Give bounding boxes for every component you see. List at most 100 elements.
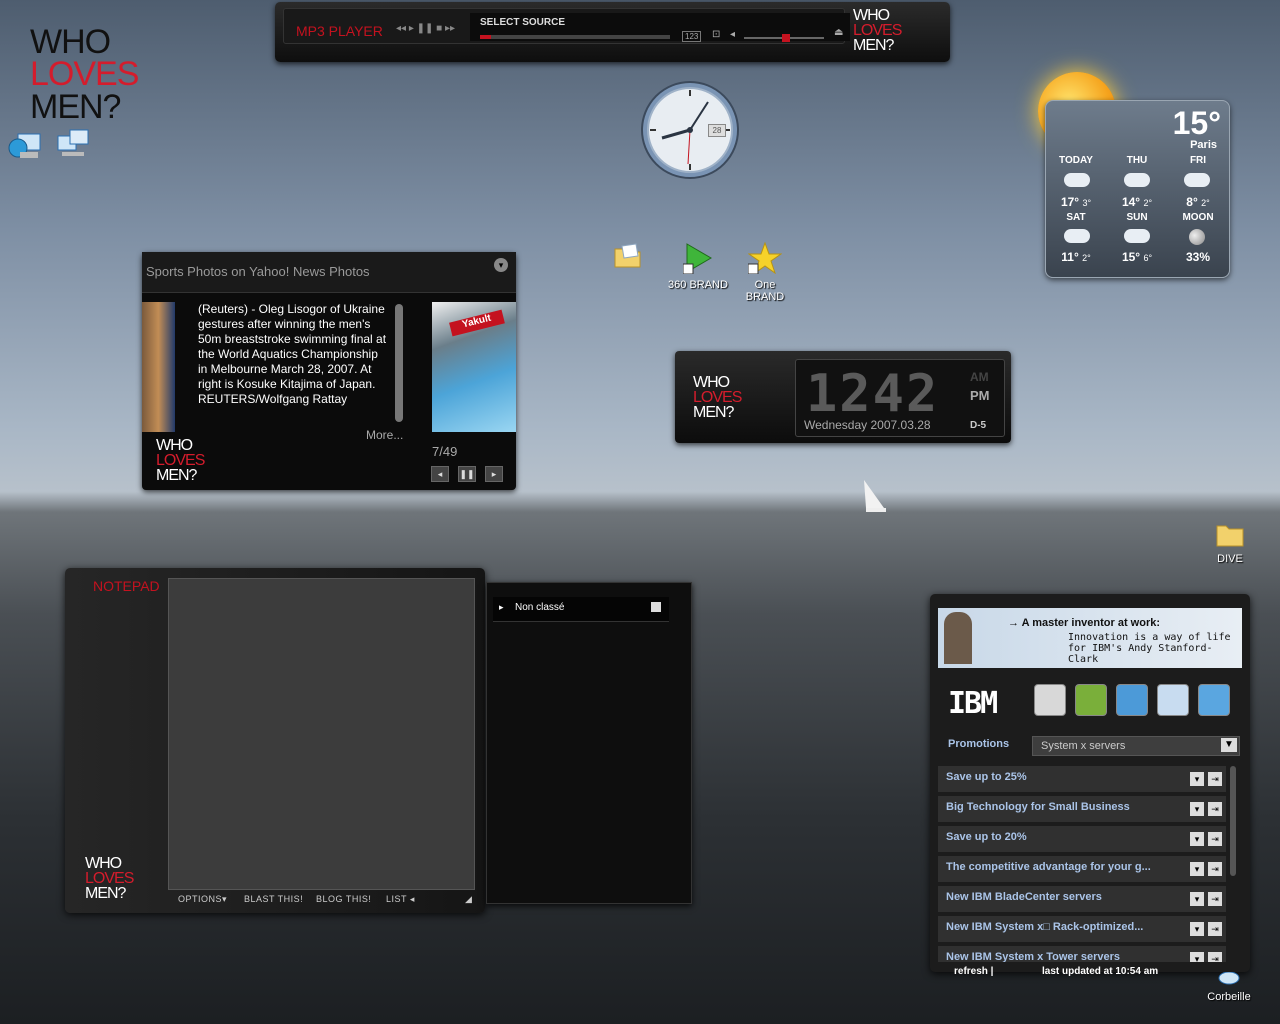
category-row[interactable]: ▸ Non classé [493,597,669,622]
open-link-icon[interactable]: ⇥ [1208,832,1222,846]
ibm-logo: IBM [948,686,998,721]
add-note-icon[interactable] [651,602,661,612]
forecast-high: 8° [1186,195,1198,209]
category-label: Non classé [515,602,565,613]
forecast-low: 2° [1082,253,1091,263]
notepad-widget: NOTEPAD WHO LOVES MEN? OPTIONS▾ BLAST TH… [65,568,485,913]
expand-icon[interactable]: ▾ [1190,922,1204,936]
analog-clock-widget: 28 [640,80,740,180]
photo-thumbnail-left[interactable] [142,302,175,432]
promo-title: New IBM System x□ Rack-optimized... [946,921,1144,933]
speaker-icon[interactable]: ◂ [730,29,735,40]
promo-row[interactable]: Big Technology for Small Business ▾ ⇥ [938,796,1226,823]
notepad-text-area[interactable] [168,578,475,890]
promo-row[interactable]: New IBM BladeCenter servers ▾ ⇥ [938,886,1226,913]
expand-icon[interactable]: ▾ [1190,892,1204,906]
expand-icon[interactable]: ▾ [1190,832,1204,846]
rain-cloud-icon [1124,173,1150,187]
day-label-today: TODAY [1059,155,1093,166]
yahoo-header: Sports Photos on Yahoo! News Photos ▾ [142,252,516,293]
open-link-icon[interactable]: ⇥ [1208,862,1222,876]
pause-button[interactable]: ❚❚ [458,466,476,482]
more-link[interactable]: More... [366,428,403,442]
desktop-folder-dive[interactable]: DIVE [1208,520,1252,565]
clock-date-badge: 28 [708,124,726,137]
expand-icon[interactable]: ▾ [1190,802,1204,816]
folder-label: DIVE [1217,553,1243,565]
weather-city: Paris [1190,139,1217,151]
swim-cap-text: Yakult [449,309,505,337]
promo-row[interactable]: The competitive advantage for your g... ▾… [938,856,1226,883]
logo-line-men: MEN? [853,37,894,55]
shopping-bag-icon[interactable] [1198,684,1230,716]
promotions-select[interactable]: System x servers ▼ [1032,736,1240,756]
rain-cloud-icon [1064,173,1090,187]
photo-thumbnail-right[interactable]: Yakult [432,302,516,432]
person-photo [944,612,972,664]
open-link-icon[interactable]: ⇥ [1208,802,1222,816]
mp3-control-panel: MP3 PLAYER ◂◂ ▸ ❚❚ ■ ▸▸ SELECT SOURCE 12… [283,8,850,44]
clock-dday: D-5 [970,420,987,431]
am-indicator: AM [970,370,989,384]
forecast-sat: 11° 2° [1046,250,1106,264]
previous-photo-button[interactable]: ◂ [431,466,449,482]
play-arrow-icon [682,243,712,275]
refresh-link[interactable]: refresh | [954,966,993,977]
select-source-button[interactable]: SELECT SOURCE [480,17,565,28]
resize-grip-icon[interactable]: ◢ [465,894,472,905]
folder-icon [1216,525,1244,547]
forecast-today: 17° 3° [1046,195,1106,209]
user-icon[interactable] [1116,684,1148,716]
yahoo-title: Sports Photos on Yahoo! News Photos [146,264,370,279]
chevron-down-icon[interactable]: ▼ [1221,738,1237,752]
search-icon[interactable] [1157,684,1189,716]
chart-icon[interactable] [1075,684,1107,716]
open-link-icon[interactable]: ⇥ [1208,922,1222,936]
options-button[interactable]: OPTIONS▾ [178,894,227,905]
rain-cloud-icon [1184,173,1210,187]
day-label-thu: THU [1126,155,1148,166]
mp3-logo: WHO LOVES MEN? [853,7,902,55]
caption-scrollbar[interactable] [395,304,403,422]
rain-cloud-icon [1124,229,1150,243]
folder-shortcut[interactable] [612,240,644,277]
network-computers-icon[interactable] [56,128,92,167]
ibm-widget: → A master inventor at work: Innovation … [930,594,1250,977]
expand-icon[interactable]: ▾ [1190,862,1204,876]
ibm-banner-ad[interactable]: → A master inventor at work: Innovation … [938,608,1242,668]
chevron-down-icon[interactable]: ▾ [494,258,508,272]
track-progress-bar[interactable] [480,35,670,39]
list-button[interactable]: LIST ◂ [386,894,415,905]
open-link-icon[interactable]: ⇥ [1208,952,1222,962]
eject-icon[interactable]: ⏏ [834,27,843,38]
day-label-fri: FRI [1189,155,1207,166]
open-link-icon[interactable]: ⇥ [1208,892,1222,906]
desktop-recycle-bin[interactable]: Corbeille [1202,971,1256,1003]
expand-arrow-icon[interactable]: ▸ [499,602,504,613]
promo-row[interactable]: New IBM System x□ Rack-optimized... ▾ ⇥ [938,916,1226,943]
next-photo-button[interactable]: ▸ [485,466,503,482]
notepad-logo: WHO LOVES MEN? [85,855,134,902]
day-label-moon: MOON [1182,212,1214,223]
logo-line-who: WHO [85,855,122,872]
blog-this-button[interactable]: BLOG THIS! [316,894,371,904]
logo-line-who: WHO [156,437,193,454]
promo-row[interactable]: Save up to 25% ▾ ⇥ [938,766,1226,793]
yahoo-widget-logo: WHO LOVES MEN? [156,437,205,484]
transport-controls[interactable]: ◂◂ ▸ ❚❚ ■ ▸▸ [396,23,455,34]
promo-scrollbar[interactable] [1230,766,1236,876]
open-link-icon[interactable]: ⇥ [1208,772,1222,786]
expand-icon[interactable]: ▾ [1190,772,1204,786]
promo-row[interactable]: Save up to 20% ▾ ⇥ [938,826,1226,853]
blast-this-button[interactable]: BLAST THIS! [244,894,303,904]
banner-title: → A master inventor at work: [1008,617,1161,629]
promo-row[interactable]: New IBM System x Tower servers ▾ ⇥ [938,946,1226,963]
expand-icon[interactable]: ▾ [1190,952,1204,962]
shortcut-360-brand[interactable]: 360 BRAND [668,242,728,291]
shortcut-one-brand[interactable]: One BRAND [734,241,796,303]
last-updated-text: last updated at 10:54 am [1042,966,1159,977]
network-globe-icon[interactable] [8,130,44,169]
news-icon[interactable] [1034,684,1066,716]
volume-slider[interactable] [744,34,824,42]
repeat-icon[interactable]: ⊡ [712,29,720,40]
